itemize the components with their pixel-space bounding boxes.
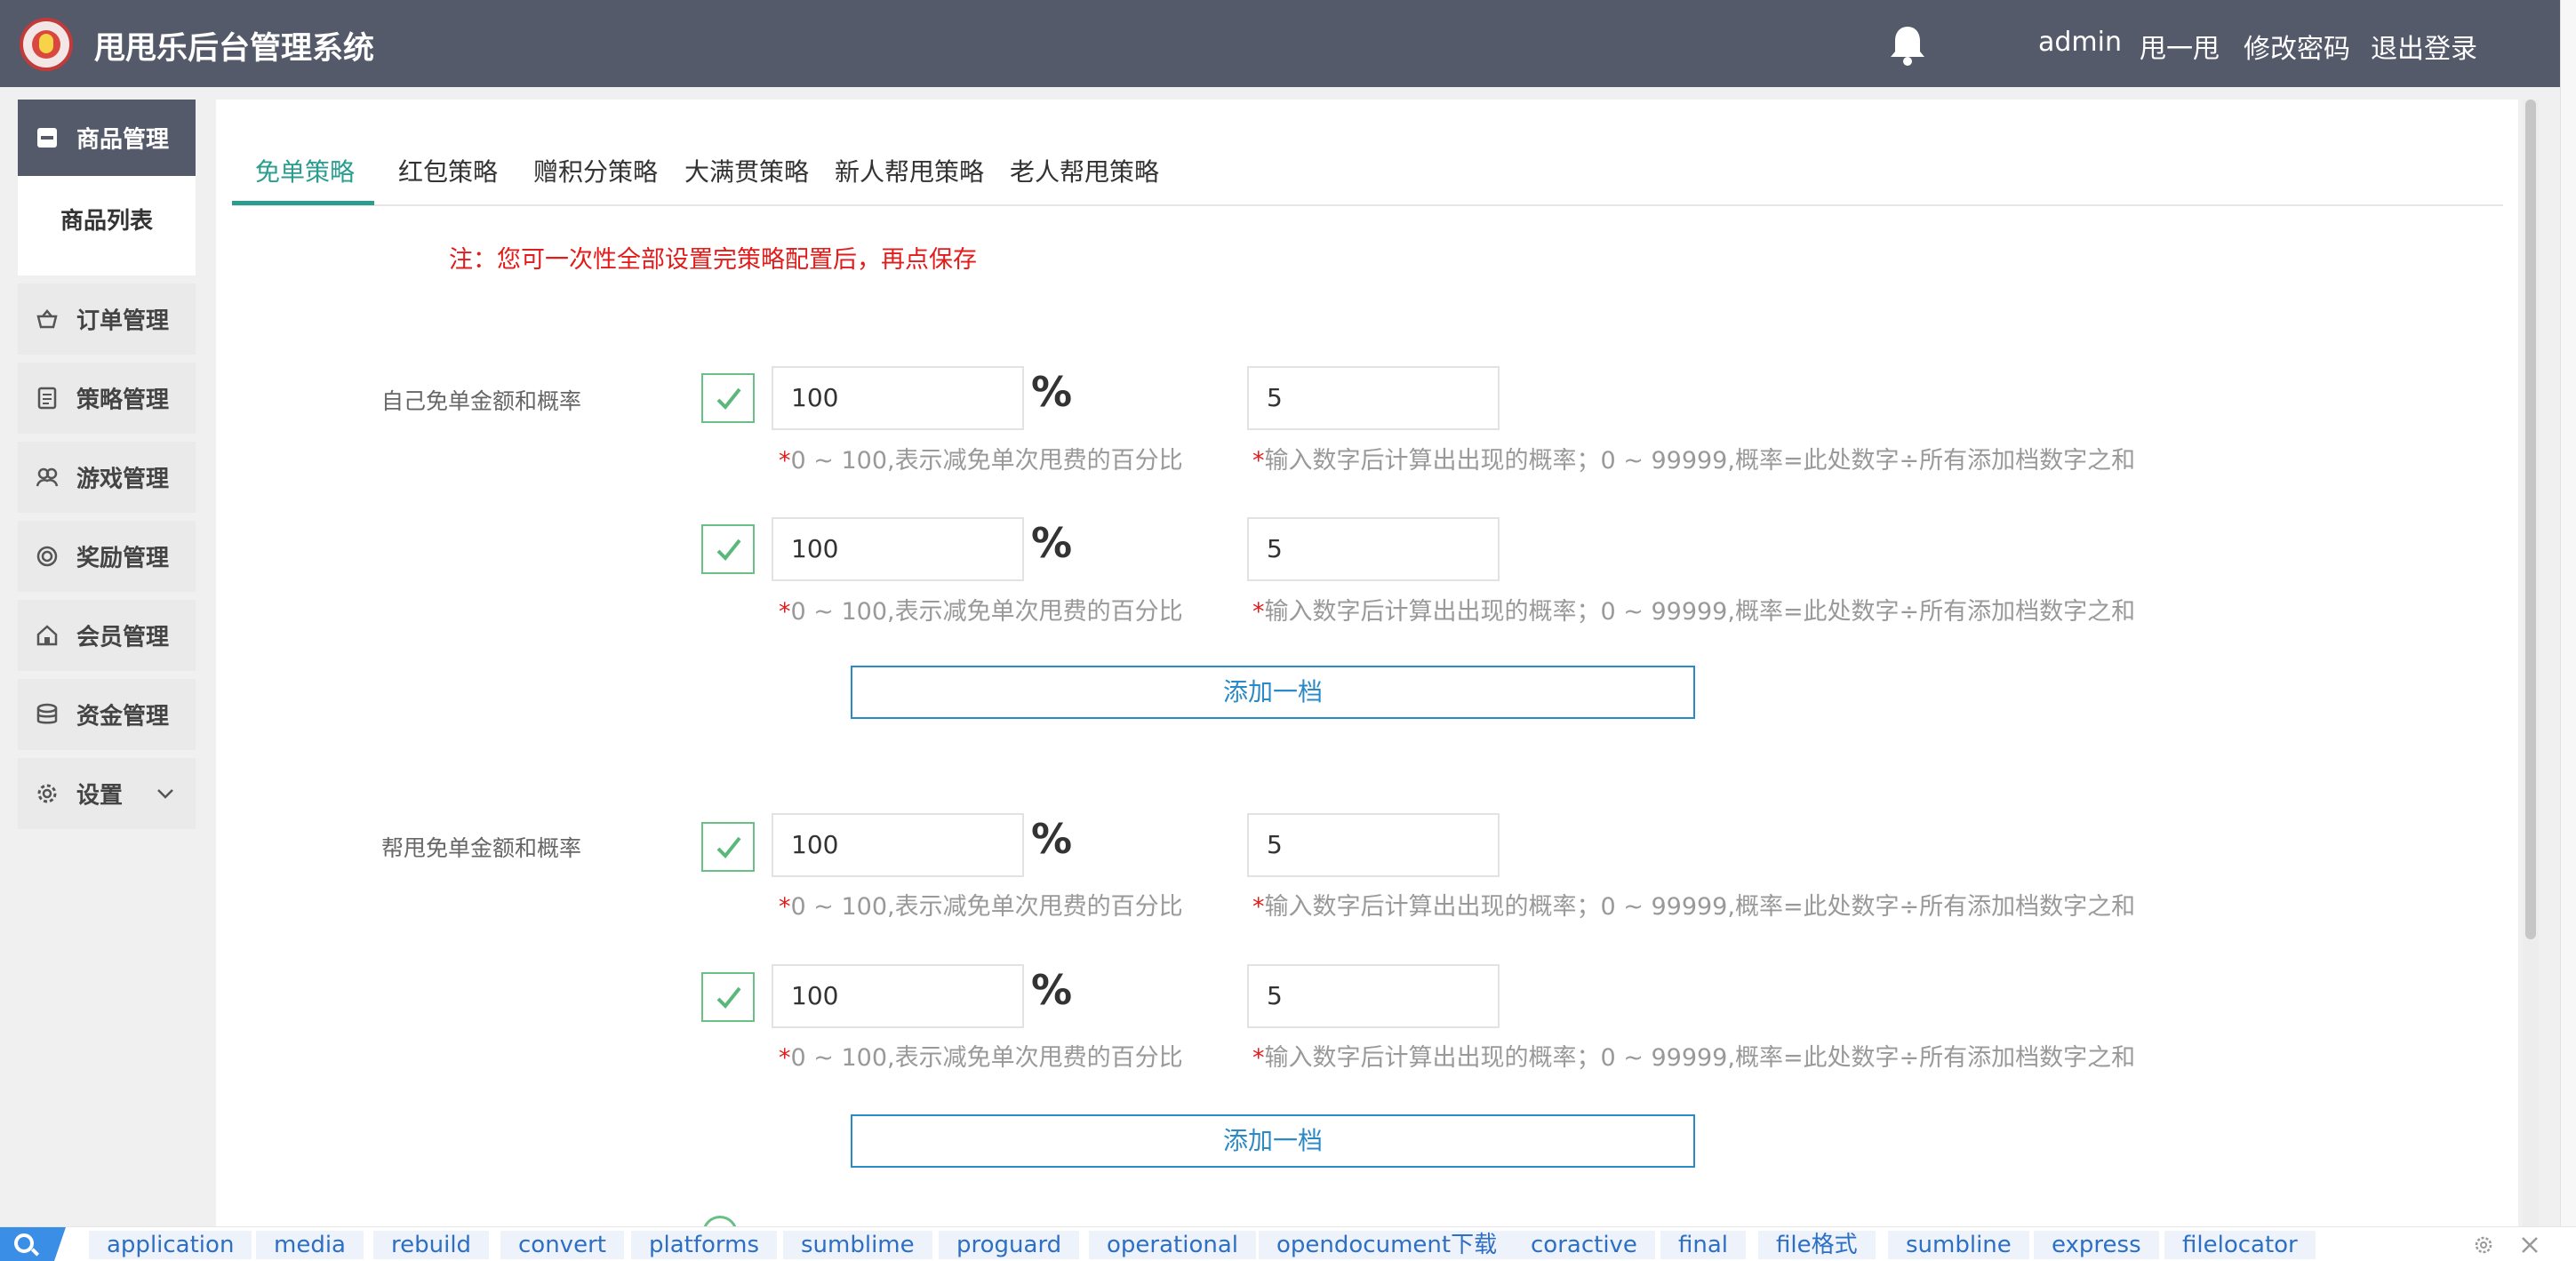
tag-item[interactable]: sumblime bbox=[783, 1231, 932, 1259]
percent-sign: % bbox=[1031, 815, 1073, 863]
tag-item[interactable]: platforms bbox=[631, 1231, 778, 1259]
tag-item[interactable]: final bbox=[1660, 1231, 1747, 1259]
sidebar-item-label: 奖励管理 bbox=[76, 545, 170, 572]
percent-hint: *0 ~ 100,表示减免单次甩费的百分比 bbox=[779, 1044, 1183, 1072]
sidebar: 商品管理 商品列表 订单管理 策略管理 游戏管理 奖励管理 会员管理 资金管理 … bbox=[18, 100, 196, 837]
tag-item[interactable]: media bbox=[256, 1231, 364, 1259]
user-name-link[interactable]: admin bbox=[2038, 27, 2122, 58]
tag-item[interactable]: express bbox=[2034, 1231, 2159, 1259]
tab-bonus-points[interactable]: 赠积分策略 bbox=[533, 153, 658, 188]
row-checkbox[interactable] bbox=[701, 972, 755, 1022]
tag-item[interactable]: filelocator bbox=[2164, 1231, 2316, 1259]
percent-input[interactable]: 100 bbox=[772, 964, 1024, 1028]
strategy-tabs: 免单策略 红包策略 赠积分策略 大满贯策略 新人帮甩策略 老人帮甩策略 bbox=[232, 142, 2503, 206]
main-scrollbar[interactable] bbox=[2523, 100, 2539, 1230]
save-note: 注：您可一次性全部设置完策略配置后，再点保存 bbox=[449, 246, 977, 274]
shake-link[interactable]: 甩一甩 bbox=[2140, 27, 2220, 66]
sidebar-item-label: 资金管理 bbox=[76, 703, 170, 730]
weight-input[interactable]: 5 bbox=[1247, 366, 1500, 430]
sidebar-item-settings[interactable]: 设置 bbox=[18, 758, 196, 829]
change-password-link[interactable]: 修改密码 bbox=[2244, 27, 2350, 66]
bell-icon[interactable] bbox=[1886, 23, 1929, 68]
percent-sign: % bbox=[1031, 966, 1073, 1014]
percent-input[interactable]: 100 bbox=[772, 813, 1024, 877]
logout-link[interactable]: 退出登录 bbox=[2371, 27, 2477, 66]
sidebar-item-label: 游戏管理 bbox=[76, 466, 170, 493]
app-title: 甩甩乐后台管理系统 bbox=[94, 31, 375, 67]
percent-hint: *0 ~ 100,表示减免单次甩费的百分比 bbox=[779, 447, 1183, 475]
close-icon[interactable] bbox=[2519, 1234, 2540, 1256]
product-box-icon bbox=[37, 128, 57, 148]
sidebar-item-orders[interactable]: 订单管理 bbox=[18, 283, 196, 355]
tab-red-packet[interactable]: 红包策略 bbox=[398, 153, 498, 188]
add-tier-button[interactable]: 添加一档 bbox=[851, 666, 1695, 719]
percent-hint: *0 ~ 100,表示减免单次甩费的百分比 bbox=[779, 598, 1183, 626]
check-icon bbox=[716, 387, 741, 410]
sidebar-subitem-product-list[interactable]: 商品列表 bbox=[18, 176, 196, 275]
gear-icon bbox=[37, 784, 57, 803]
weight-hint: *输入数字后计算出出现的概率；0 ~ 99999,概率=此处数字÷所有添加档数字… bbox=[1252, 893, 2136, 921]
add-tier-button[interactable]: 添加一档 bbox=[851, 1114, 1695, 1168]
tag-item[interactable]: coractive bbox=[1513, 1231, 1655, 1259]
percent-input[interactable]: 100 bbox=[772, 517, 1024, 581]
scrollbar-thumb[interactable] bbox=[2525, 100, 2536, 939]
chevron-down-icon bbox=[157, 789, 173, 799]
section-label-help-free: 帮甩免单金额和概率 bbox=[381, 835, 582, 861]
weight-input[interactable]: 5 bbox=[1247, 517, 1500, 581]
sidebar-item-strategy[interactable]: 策略管理 bbox=[18, 363, 196, 434]
gear-icon[interactable] bbox=[2473, 1234, 2494, 1256]
tab-grand-slam[interactable]: 大满贯策略 bbox=[684, 153, 809, 188]
check-icon bbox=[716, 986, 741, 1009]
tag-item[interactable]: convert bbox=[500, 1231, 624, 1259]
percent-hint: *0 ~ 100,表示减免单次甩费的百分比 bbox=[779, 893, 1183, 921]
basket-icon bbox=[36, 309, 58, 329]
weight-hint: *输入数字后计算出出现的概率；0 ~ 99999,概率=此处数字÷所有添加档数字… bbox=[1252, 447, 2136, 475]
bottom-tag-bar: application media rebuild convert platfo… bbox=[0, 1226, 2576, 1261]
sidebar-item-members[interactable]: 会员管理 bbox=[18, 600, 196, 671]
tag-item[interactable]: file格式 bbox=[1758, 1231, 1876, 1259]
weight-input[interactable]: 5 bbox=[1247, 964, 1500, 1028]
tag-item[interactable]: application bbox=[89, 1231, 252, 1259]
weight-hint: *输入数字后计算出出现的概率；0 ~ 99999,概率=此处数字÷所有添加档数字… bbox=[1252, 1044, 2136, 1072]
percent-input[interactable]: 100 bbox=[772, 366, 1024, 430]
tag-item[interactable]: proguard bbox=[939, 1231, 1080, 1259]
top-header: 甩甩乐后台管理系统 admin 甩一甩 修改密码 退出登录 bbox=[0, 0, 2576, 87]
check-icon bbox=[716, 539, 741, 561]
sidebar-item-games[interactable]: 游戏管理 bbox=[18, 442, 196, 513]
sidebar-item-rewards[interactable]: 奖励管理 bbox=[18, 521, 196, 592]
tab-newbie-help[interactable]: 新人帮甩策略 bbox=[835, 153, 984, 188]
active-tab-indicator bbox=[232, 201, 374, 205]
window-edge bbox=[2560, 0, 2576, 1226]
sidebar-item-label: 设置 bbox=[76, 782, 124, 810]
tab-free-order[interactable]: 免单策略 bbox=[255, 153, 355, 188]
app-logo bbox=[20, 18, 73, 71]
tag-item[interactable]: rebuild bbox=[373, 1231, 490, 1259]
sidebar-item-label: 商品管理 bbox=[76, 126, 170, 154]
target-icon bbox=[36, 546, 58, 567]
sidebar-item-label: 策略管理 bbox=[76, 387, 170, 414]
tag-item[interactable]: operational bbox=[1089, 1231, 1256, 1259]
row-checkbox[interactable] bbox=[701, 822, 755, 872]
weight-input[interactable]: 5 bbox=[1247, 813, 1500, 877]
tag-item[interactable]: opendocument下载 bbox=[1259, 1231, 1516, 1259]
search-icon[interactable] bbox=[0, 1227, 66, 1261]
tab-veteran-help[interactable]: 老人帮甩策略 bbox=[1010, 153, 1159, 188]
home-icon bbox=[36, 625, 58, 646]
check-icon bbox=[716, 836, 741, 858]
sidebar-item-label: 会员管理 bbox=[76, 624, 170, 651]
row-checkbox[interactable] bbox=[701, 373, 755, 423]
percent-sign: % bbox=[1031, 368, 1073, 416]
users-icon bbox=[36, 467, 59, 487]
sidebar-item-label: 订单管理 bbox=[76, 307, 170, 335]
document-icon bbox=[37, 387, 57, 410]
percent-sign: % bbox=[1031, 519, 1073, 567]
coins-icon bbox=[36, 703, 58, 724]
weight-hint: *输入数字后计算出出现的概率；0 ~ 99999,概率=此处数字÷所有添加档数字… bbox=[1252, 598, 2136, 626]
sidebar-item-funds[interactable]: 资金管理 bbox=[18, 679, 196, 750]
section-label-self-free: 自己免单金额和概率 bbox=[381, 388, 582, 414]
row-checkbox[interactable] bbox=[701, 524, 755, 574]
tag-item[interactable]: sumbline bbox=[1888, 1231, 2029, 1259]
sidebar-item-products[interactable]: 商品管理 bbox=[18, 100, 196, 176]
